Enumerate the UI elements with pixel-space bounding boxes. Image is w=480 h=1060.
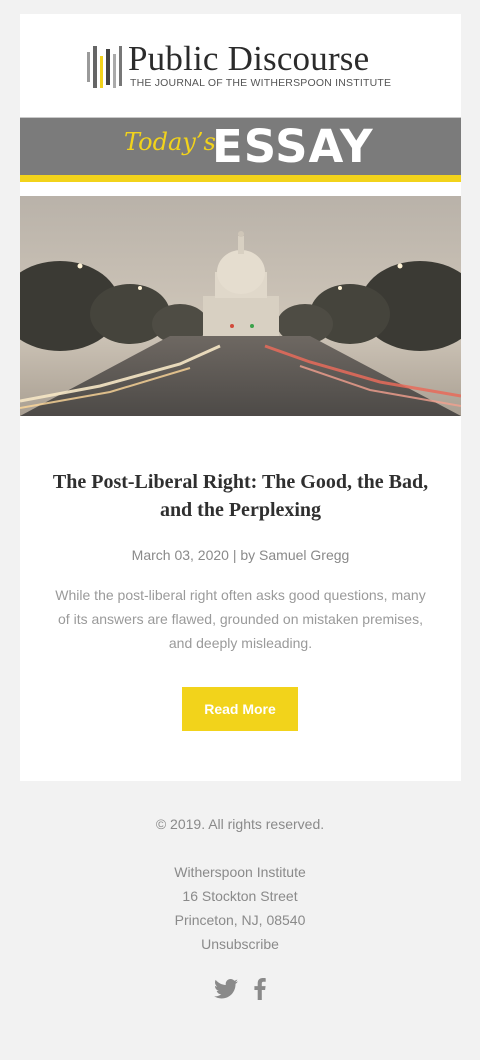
mailing-address: Witherspoon Institute 16 Stockton Street…: [0, 860, 480, 956]
unsubscribe-link[interactable]: Unsubscribe: [201, 936, 279, 952]
social-links: [0, 978, 480, 1008]
masthead: Public Discourse THE JOURNAL OF THE WITH…: [20, 14, 461, 117]
article-title[interactable]: The Post-Liberal Right: The Good, the Ba…: [50, 468, 431, 524]
org-name: Witherspoon Institute: [174, 864, 306, 880]
facebook-icon[interactable]: [254, 978, 266, 1005]
twitter-icon[interactable]: [213, 979, 238, 1004]
footer: © 2019. All rights reserved. Witherspoon…: [0, 812, 480, 956]
meta-separator: | by: [232, 547, 256, 563]
article-author-link[interactable]: Samuel Gregg: [259, 547, 349, 563]
street-address: 16 Stockton Street: [182, 888, 298, 904]
capitol-dome-photo-icon: [20, 196, 461, 416]
banner-label: ESSAY: [212, 120, 374, 173]
logo-bars-icon: [87, 46, 122, 88]
city-address: Princeton, NJ, 08540: [174, 912, 306, 928]
todays-essay-banner: Today’s ESSAY: [20, 117, 461, 176]
article-excerpt: While the post-liberal right often asks …: [55, 587, 426, 651]
brand-name: Public Discourse: [128, 39, 370, 78]
brand-tagline: THE JOURNAL OF THE WITHERSPOON INSTITUTE: [130, 77, 392, 89]
newsletter-card: Public Discourse THE JOURNAL OF THE WITH…: [20, 14, 461, 781]
article-meta: March 03, 2020 | by Samuel Gregg: [20, 547, 461, 563]
copyright-text: © 2019. All rights reserved.: [155, 816, 325, 832]
banner-accent-stripe: [20, 175, 461, 182]
read-more-button[interactable]: Read More: [182, 687, 298, 731]
banner-prefix: Today’s: [124, 128, 216, 156]
hero-image[interactable]: [20, 196, 461, 416]
article-date: March 03, 2020: [131, 547, 229, 563]
